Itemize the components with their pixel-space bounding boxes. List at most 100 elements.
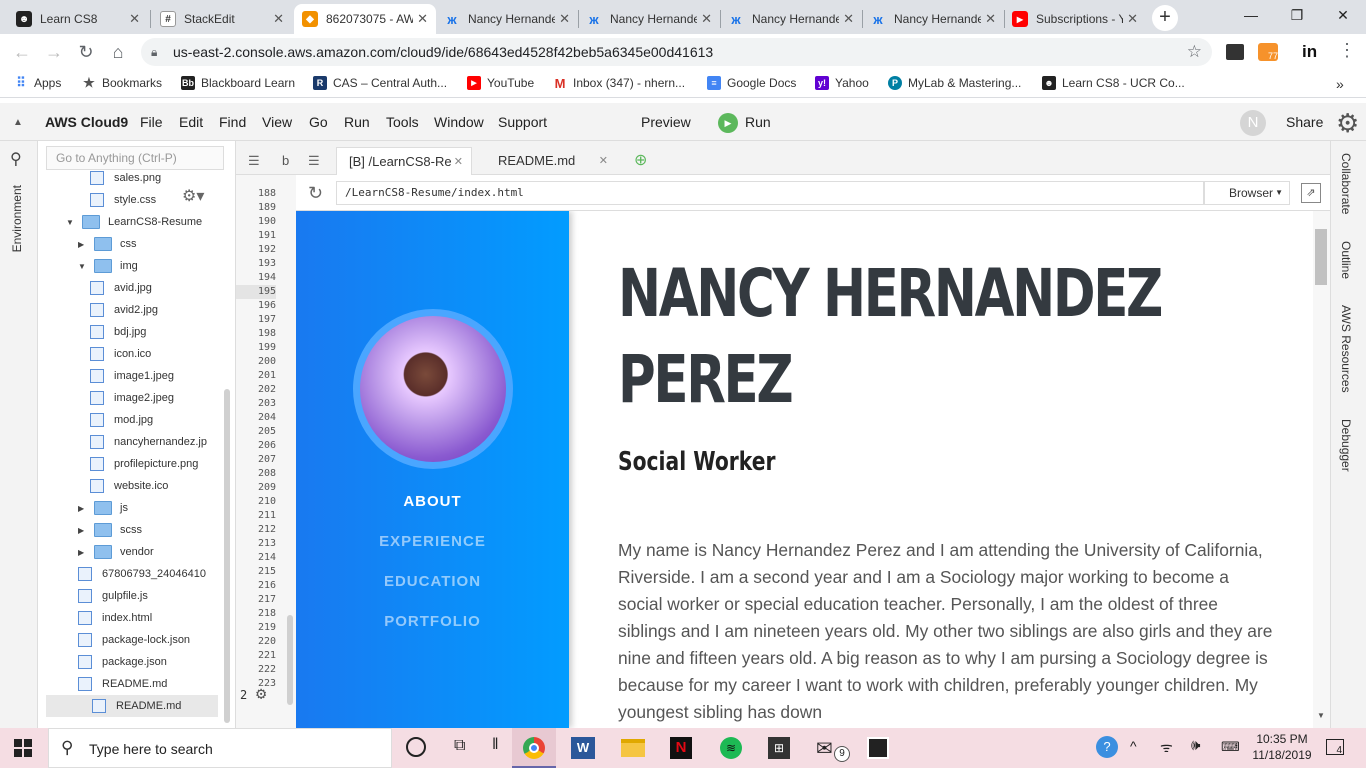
refresh-icon[interactable]: ↻ — [308, 183, 323, 204]
close-icon[interactable]: ✕ — [599, 147, 608, 175]
nav-education[interactable]: EDUCATION — [296, 573, 569, 590]
tree-row[interactable]: avid.jpg — [90, 277, 152, 299]
tab-collaborate[interactable]: Collaborate — [1339, 153, 1353, 214]
bookmark-inbox[interactable]: M Inbox (347) - nhern... — [553, 76, 685, 91]
tree-row[interactable]: package.json — [78, 651, 167, 673]
close-icon[interactable]: ✕ — [559, 11, 570, 27]
tree-row[interactable]: icon.ico — [90, 343, 151, 365]
scroll-thumb[interactable] — [1315, 229, 1327, 285]
nav-experience[interactable]: EXPERIENCE — [296, 533, 569, 550]
menu-window[interactable]: Window — [434, 114, 484, 130]
collapsed-arrow-icon[interactable]: ▶ — [78, 504, 90, 513]
tab-menu-icon[interactable]: ☰ — [300, 147, 328, 175]
tree-row[interactable]: README.md — [78, 673, 167, 695]
editor-tab-partial[interactable]: b — [278, 147, 293, 175]
preview-url-input[interactable]: /LearnCS8-Resume/index.html — [336, 181, 1204, 205]
expanded-arrow-icon[interactable]: ▼ — [66, 218, 78, 227]
tree-row[interactable]: bdj.jpg — [90, 321, 146, 343]
task-view-icon[interactable]: ⧉ — [454, 737, 465, 755]
browser-tab[interactable]: ж Nancy Hernandez ✕ — [862, 4, 1004, 34]
notifications-icon[interactable]: 4 — [1326, 739, 1344, 756]
browser-tab[interactable]: # StackEdit ✕ — [152, 4, 292, 34]
tree-row[interactable]: 67806793_24046410 — [78, 563, 206, 585]
bookmark-yahoo[interactable]: y! Yahoo — [815, 76, 869, 90]
new-tab-button[interactable]: + — [1152, 5, 1178, 31]
gear-icon[interactable]: ⚙ — [1336, 108, 1359, 139]
bookmark-blackboard[interactable]: Bb Blackboard Learn — [181, 76, 295, 90]
browser-select[interactable]: Browser ▼ — [1204, 181, 1290, 205]
preview-button[interactable]: Preview — [641, 114, 691, 130]
add-tab-icon[interactable]: ⊕ — [622, 147, 659, 175]
close-icon[interactable]: ✕ — [843, 11, 854, 27]
wifi-icon[interactable]: ᯤ — [1160, 738, 1173, 757]
tree-row[interactable]: ▶ vendor — [78, 541, 154, 563]
close-icon[interactable]: ✕ — [985, 11, 996, 27]
search-icon[interactable]: ⚲ — [10, 149, 22, 169]
collapsed-arrow-icon[interactable]: ▶ — [78, 548, 90, 557]
tree-row[interactable]: ▼ LearnCS8-Resume — [66, 211, 202, 233]
menu-find[interactable]: Find — [219, 114, 246, 130]
extension-icon[interactable] — [1226, 44, 1244, 60]
browser-tab[interactable]: ▶ Subscriptions - YouTube✕ — [1004, 4, 1146, 34]
collapsed-arrow-icon[interactable]: ▶ — [78, 240, 90, 249]
close-icon[interactable]: ✕ — [273, 11, 284, 27]
bookmark-apps[interactable]: ⠿ Apps — [14, 75, 61, 90]
close-icon[interactable]: ✕ — [454, 148, 463, 175]
close-icon[interactable]: ✕ — [129, 11, 140, 27]
tree-row[interactable]: gulpfile.js — [78, 585, 148, 607]
bookmark-star-icon[interactable]: ☆ — [1187, 38, 1202, 66]
bookmark-mylab[interactable]: P MyLab & Mastering... — [888, 76, 1021, 90]
bookmark-google-docs[interactable]: ≡ Google Docs — [707, 76, 796, 90]
minimize-button[interactable]: — — [1228, 0, 1274, 32]
editor-tab-readme[interactable]: README.md ✕ — [486, 147, 616, 175]
spotify-icon[interactable]: ≋ — [720, 737, 742, 759]
tab-debugger[interactable]: Debugger — [1339, 419, 1353, 472]
restore-button[interactable]: ❐ — [1274, 0, 1320, 32]
tree-row[interactable]: ▶ js — [78, 497, 128, 519]
tree-row[interactable]: image2.jpeg — [90, 387, 174, 409]
tree-row[interactable]: README.md — [46, 695, 218, 717]
help-icon[interactable]: ? — [1096, 736, 1118, 758]
reload-button[interactable]: ↻ — [74, 41, 98, 63]
tab-menu-icon[interactable]: ☰ — [240, 147, 268, 175]
word-icon[interactable]: W — [571, 737, 595, 759]
menu-view[interactable]: View — [262, 114, 292, 130]
close-icon[interactable]: ✕ — [701, 11, 712, 27]
forward-button[interactable]: → — [42, 41, 66, 63]
menu-run[interactable]: Run — [344, 114, 370, 130]
back-button[interactable]: ← — [10, 41, 34, 63]
tree-row[interactable]: nancyhernandez.jp — [90, 431, 207, 453]
extension-in-icon[interactable]: in — [1302, 42, 1317, 62]
tree-row[interactable]: profilepicture.png — [90, 453, 198, 475]
chrome-icon[interactable] — [523, 737, 545, 759]
browser-tab[interactable]: ж Nancy Hernandez ✕ — [720, 4, 862, 34]
tree-row[interactable]: package-lock.json — [78, 629, 190, 651]
clock[interactable]: 10:35 PM 11/18/2019 — [1250, 731, 1314, 763]
url-bar[interactable]: 🔒︎ us-east-2.console.aws.amazon.com/clou… — [141, 38, 1212, 66]
mail-icon[interactable]: ✉ — [816, 736, 833, 761]
taskbar-search-input[interactable]: ⚲ Type here to search — [48, 728, 392, 768]
menu-file[interactable]: File — [140, 114, 163, 130]
tree-row[interactable]: ▶ css — [78, 233, 137, 255]
browser-tab-active[interactable]: ◆ 862073075 - AWS Cloud9✕ — [294, 4, 436, 34]
tab-aws-resources[interactable]: AWS Resources — [1339, 305, 1353, 393]
share-button[interactable]: Share — [1286, 114, 1323, 130]
menu-support[interactable]: Support — [498, 114, 547, 130]
store-icon[interactable]: ⊞ — [768, 737, 790, 759]
bookmarks-overflow-icon[interactable]: » — [1336, 76, 1344, 92]
menu-dots-icon[interactable]: ⋮ — [1338, 40, 1356, 61]
popout-icon[interactable]: ⇗ — [1301, 183, 1321, 203]
tree-scrollbar[interactable] — [224, 389, 230, 723]
collapse-arrow-icon[interactable]: ▲ — [13, 117, 23, 128]
cortana-icon[interactable] — [406, 737, 426, 757]
close-window-button[interactable]: ✕ — [1320, 0, 1366, 32]
tab-outline[interactable]: Outline — [1339, 241, 1353, 279]
gear-icon[interactable]: ⚙ — [256, 684, 266, 704]
editor-tab-preview[interactable]: [B] /LearnCS8-Re ✕ — [336, 147, 472, 175]
bookmark-youtube[interactable]: ▶ YouTube — [467, 76, 534, 90]
preview-scrollbar[interactable]: ▼ — [1313, 211, 1330, 728]
tab-environment[interactable]: Environment — [10, 185, 24, 252]
settings-gear-icon[interactable]: ⚙▾ — [182, 186, 204, 206]
volume-icon[interactable]: 🕪︎ — [1191, 737, 1200, 754]
close-icon[interactable]: ✕ — [417, 11, 428, 27]
